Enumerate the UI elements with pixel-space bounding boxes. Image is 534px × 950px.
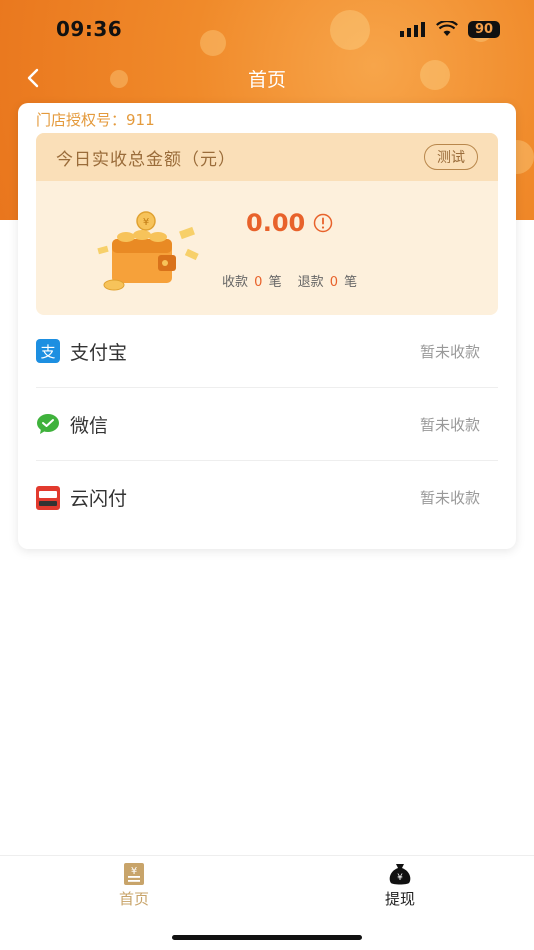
payment-row-wechat[interactable]: 微信 暂未收款 [36, 388, 498, 461]
refund-count: 0 [329, 275, 339, 290]
payment-name: 支付宝 [70, 341, 128, 364]
tab-home-label: 首页 [118, 890, 149, 908]
transaction-counts: 收款 0 笔 退款 0 笔 [222, 271, 357, 290]
svg-text:支: 支 [40, 343, 55, 361]
nav-bar: 首页 [0, 58, 534, 98]
wechat-icon [37, 414, 59, 434]
svg-text:¥: ¥ [131, 866, 137, 877]
payment-row-alipay[interactable]: 支 支付宝 暂未收款 [36, 315, 498, 388]
home-indicator [172, 935, 362, 940]
tab-home[interactable]: ¥ 首页 [74, 862, 194, 909]
svg-text:¥: ¥ [397, 873, 403, 883]
store-auth-number: 门店授权号：911 [36, 111, 155, 129]
unionpay-icon [36, 485, 60, 510]
refund-unit: 笔 [344, 275, 358, 290]
receive-count: 0 [254, 275, 263, 290]
today-summary-panel: 今日实收总金额（元） 测试 ¥ 0.00 收款 0 笔 退款 0 笔 [36, 133, 498, 315]
payment-status: 暂未收款 [419, 342, 480, 361]
summary-title: 今日实收总金额（元） [56, 149, 236, 170]
receive-count-group: 收款 0 笔 [222, 271, 282, 290]
refund-count-group: 退款 0 笔 [298, 271, 358, 290]
wallet-coins-icon: ¥ [97, 211, 199, 291]
signal-icon [400, 22, 425, 37]
summary-card: 门店授权号：911 今日实收总金额（元） 测试 ¥ 0.00 收款 0 笔 退款… [18, 103, 516, 549]
money-bag-icon: ¥ [389, 864, 411, 885]
receive-label: 收款 [222, 275, 249, 290]
info-icon[interactable] [313, 213, 333, 233]
payment-status: 暂未收款 [419, 489, 480, 507]
alipay-icon: 支 [36, 339, 60, 363]
payment-row-unionpay[interactable]: 云闪付 暂未收款 [36, 461, 498, 534]
summary-header: 今日实收总金额（元） 测试 [36, 133, 498, 181]
payment-status: 暂未收款 [419, 415, 480, 434]
page-title: 首页 [247, 68, 286, 91]
payment-name: 微信 [70, 414, 109, 437]
back-chevron-icon[interactable] [22, 66, 46, 90]
refund-label: 退款 [297, 275, 324, 290]
test-button[interactable]: 测试 [424, 144, 478, 170]
home-ledger-icon: ¥ [124, 863, 144, 885]
amount-row: 0.00 [246, 209, 333, 237]
battery-indicator: 90 [468, 20, 500, 38]
payment-name: 云闪付 [70, 488, 128, 510]
payment-channel-list: 支 支付宝 暂未收款 微信 暂未收款 云闪付 暂未收款 [36, 315, 498, 534]
status-time: 09:36 [56, 17, 123, 41]
receive-unit: 笔 [268, 275, 282, 290]
svg-text:¥: ¥ [143, 217, 149, 228]
status-bar: 09:36 90 [0, 0, 534, 58]
total-amount: 0.00 [246, 209, 306, 237]
wifi-icon [436, 21, 458, 36]
tab-withdraw[interactable]: ¥ 提现 [340, 862, 460, 909]
tab-withdraw-label: 提现 [384, 890, 415, 908]
